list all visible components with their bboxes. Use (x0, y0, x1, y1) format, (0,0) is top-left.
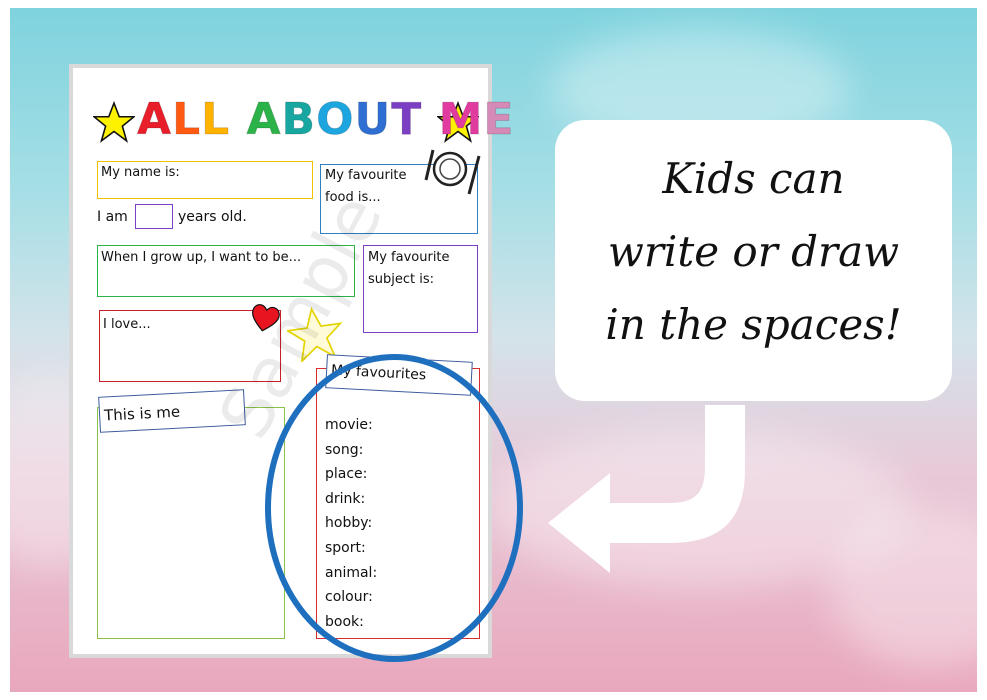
subject-label-line2: subject is: (368, 272, 435, 287)
callout-line-1: Kids can (662, 154, 845, 203)
title-letter: L (172, 94, 202, 146)
product-preview: ALL ABOUT ME My name is: I am years old.… (0, 0, 987, 700)
title-letter: A (246, 94, 282, 146)
subject-box: My favourite subject is: (363, 245, 478, 333)
title-letter: B (281, 94, 317, 146)
name-label: My name is: (101, 165, 180, 180)
curved-arrow-icon (548, 405, 745, 573)
grow-up-label: When I grow up, I want to be... (101, 250, 302, 265)
callout-line-2: write or draw (607, 227, 900, 276)
title-letter: E (483, 94, 515, 146)
food-label-line1: My favourite (325, 168, 407, 183)
title-letter: L (201, 94, 231, 146)
title-letter (230, 94, 246, 145)
callout-text: Kids can write or draw in the spaces! (555, 142, 952, 361)
callout-line-3: in the spaces! (605, 300, 902, 349)
star-icon (93, 101, 135, 143)
title-letter: M (438, 94, 484, 146)
love-label: I love... (103, 317, 151, 332)
callout-bubble: Kids can write or draw in the spaces! (555, 120, 952, 401)
title-letter: O (316, 94, 355, 146)
title-letter: A (136, 94, 173, 146)
name-box: My name is: (97, 161, 313, 199)
this-is-me-label: This is me (103, 402, 181, 425)
age-suffix: years old. (178, 209, 247, 225)
age-box (135, 204, 173, 229)
highlight-ellipse (265, 354, 523, 662)
age-prefix: I am (97, 209, 128, 225)
title-letter: T (391, 94, 423, 146)
plate-cutlery-icon (424, 149, 481, 195)
title-letter (422, 94, 438, 145)
title-letter: U (354, 94, 392, 146)
worksheet-title: ALL ABOUT ME (136, 94, 515, 146)
